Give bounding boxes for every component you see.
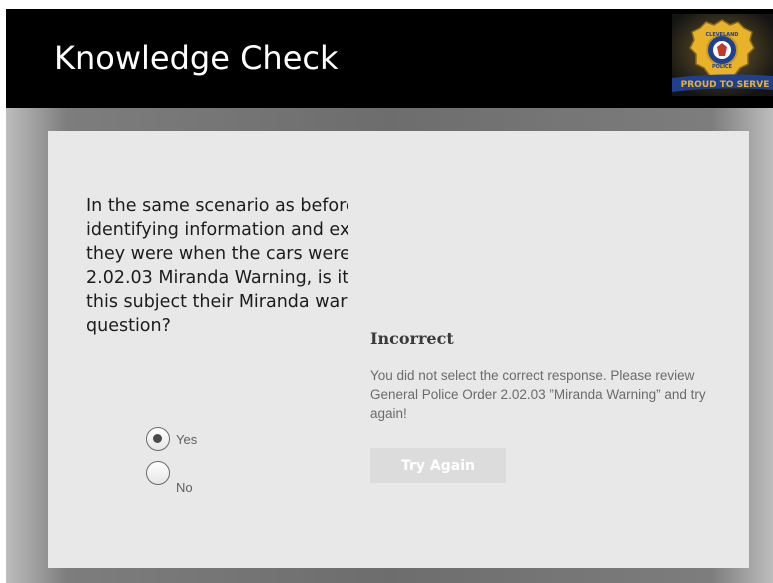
radio-no[interactable] <box>146 461 170 485</box>
question-text: In the same scenario as before, the subj… <box>86 196 348 336</box>
badge-bottom-text: POLICE <box>712 64 733 70</box>
feedback-title: Incorrect <box>370 329 454 348</box>
try-again-button[interactable]: Try Again <box>370 448 506 483</box>
knowledge-check-panel: In the same scenario as before, the subj… <box>48 131 749 568</box>
police-badge-logo: CLEVELAND POLICE PROUD TO SERVE <box>672 14 773 96</box>
question-area: In the same scenario as before, the subj… <box>86 194 348 374</box>
radio-yes[interactable] <box>146 427 170 451</box>
slide: Knowledge Check CLEVELAND POLICE PROUD T… <box>6 9 773 583</box>
slide-title: Knowledge Check <box>54 39 339 77</box>
feedback-message: You did not select the correct response.… <box>370 368 706 421</box>
feedback-popup: Incorrect You did not select the correct… <box>370 329 710 423</box>
choice-yes-label[interactable]: Yes <box>176 432 197 447</box>
choice-no-label[interactable]: No <box>176 480 193 495</box>
badge-top-text: CLEVELAND <box>706 32 739 38</box>
badge-banner-text: PROUD TO SERVE <box>681 80 770 90</box>
header-bar: Knowledge Check CLEVELAND POLICE PROUD T… <box>6 9 773 108</box>
radio-selected-dot <box>153 434 162 443</box>
